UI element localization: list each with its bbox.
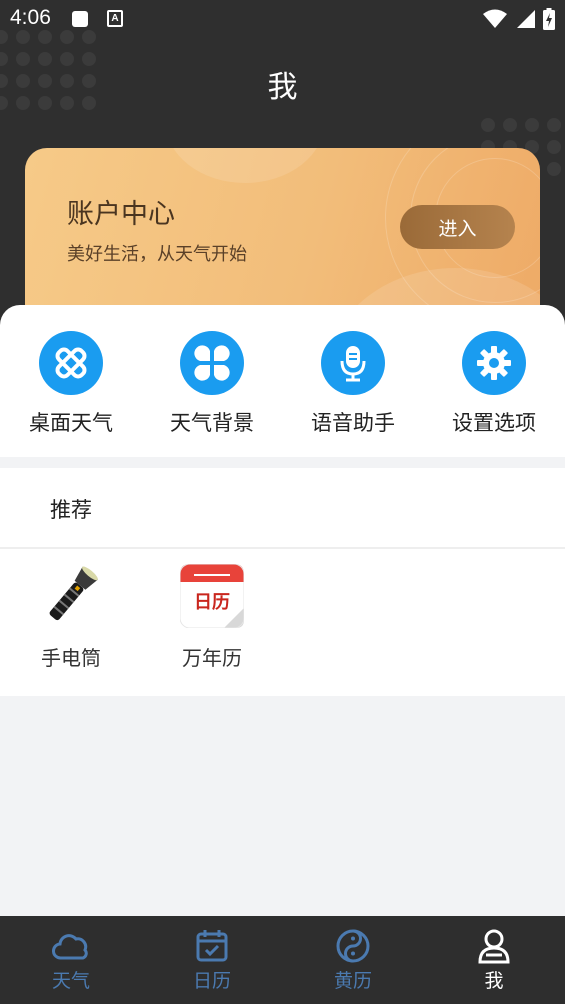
- recommend-title: 推荐: [50, 498, 92, 522]
- divider: [0, 547, 565, 549]
- person-icon: [449, 928, 539, 964]
- tab-label: 黄历: [333, 970, 372, 992]
- flashlight-icon: [39, 564, 103, 628]
- bottom-tab-bar: 天气 日历 黄历 我: [0, 916, 565, 1004]
- tools-panel: 桌面天气 天气背景 语音助手 设置选项: [0, 305, 565, 457]
- app-flashlight[interactable]: 手电筒: [11, 564, 131, 671]
- page-title: 我: [267, 70, 298, 105]
- tab-label: 天气: [51, 970, 90, 992]
- tab-almanac[interactable]: 黄历: [308, 928, 398, 993]
- tool-desktop-weather[interactable]: 桌面天气: [6, 331, 136, 437]
- tool-settings[interactable]: 设置选项: [429, 331, 559, 437]
- recommend-section: 推荐 手电筒 日历 万年历: [0, 468, 565, 696]
- app-label: 手电筒: [41, 646, 101, 670]
- signal-icon: [517, 10, 535, 28]
- tool-label: 语音助手: [311, 411, 395, 435]
- tool-weather-background[interactable]: 天气背景: [147, 331, 277, 437]
- notification-a-icon: A: [107, 10, 123, 27]
- wifi-icon: [483, 9, 507, 28]
- calendar-app-icon-text: 日历: [194, 592, 230, 613]
- status-icons: [483, 8, 555, 30]
- tab-me[interactable]: 我: [449, 928, 539, 993]
- account-center-title: 账户中心: [67, 199, 175, 230]
- tool-label: 天气背景: [170, 411, 254, 435]
- tab-label: 日历: [192, 970, 231, 992]
- battery-icon: [543, 8, 555, 30]
- status-bar: 4:06 A: [0, 0, 565, 38]
- notification-square-icon: [72, 11, 88, 27]
- gear-icon: [462, 331, 526, 395]
- widget-icon: [39, 331, 103, 395]
- enter-button[interactable]: 进入: [400, 205, 515, 249]
- card-decoration: [165, 148, 325, 183]
- tool-label: 设置选项: [452, 411, 536, 435]
- app-perpetual-calendar[interactable]: 日历 万年历: [152, 564, 272, 671]
- tab-label: 我: [484, 970, 504, 992]
- cloud-icon: [26, 928, 116, 964]
- yinyang-icon: [308, 928, 398, 964]
- status-time: 4:06: [10, 6, 51, 29]
- account-center-subtitle: 美好生活，从天气开始: [67, 244, 247, 265]
- tab-calendar[interactable]: 日历: [167, 928, 257, 993]
- app-label: 万年历: [182, 646, 242, 670]
- calendar-app-icon: 日历: [180, 564, 244, 628]
- calendar-icon: [167, 928, 257, 964]
- clover-icon: [180, 331, 244, 395]
- tab-weather[interactable]: 天气: [26, 928, 116, 993]
- tool-voice-assistant[interactable]: 语音助手: [288, 331, 418, 437]
- microphone-icon: [321, 331, 385, 395]
- tool-label: 桌面天气: [29, 411, 113, 435]
